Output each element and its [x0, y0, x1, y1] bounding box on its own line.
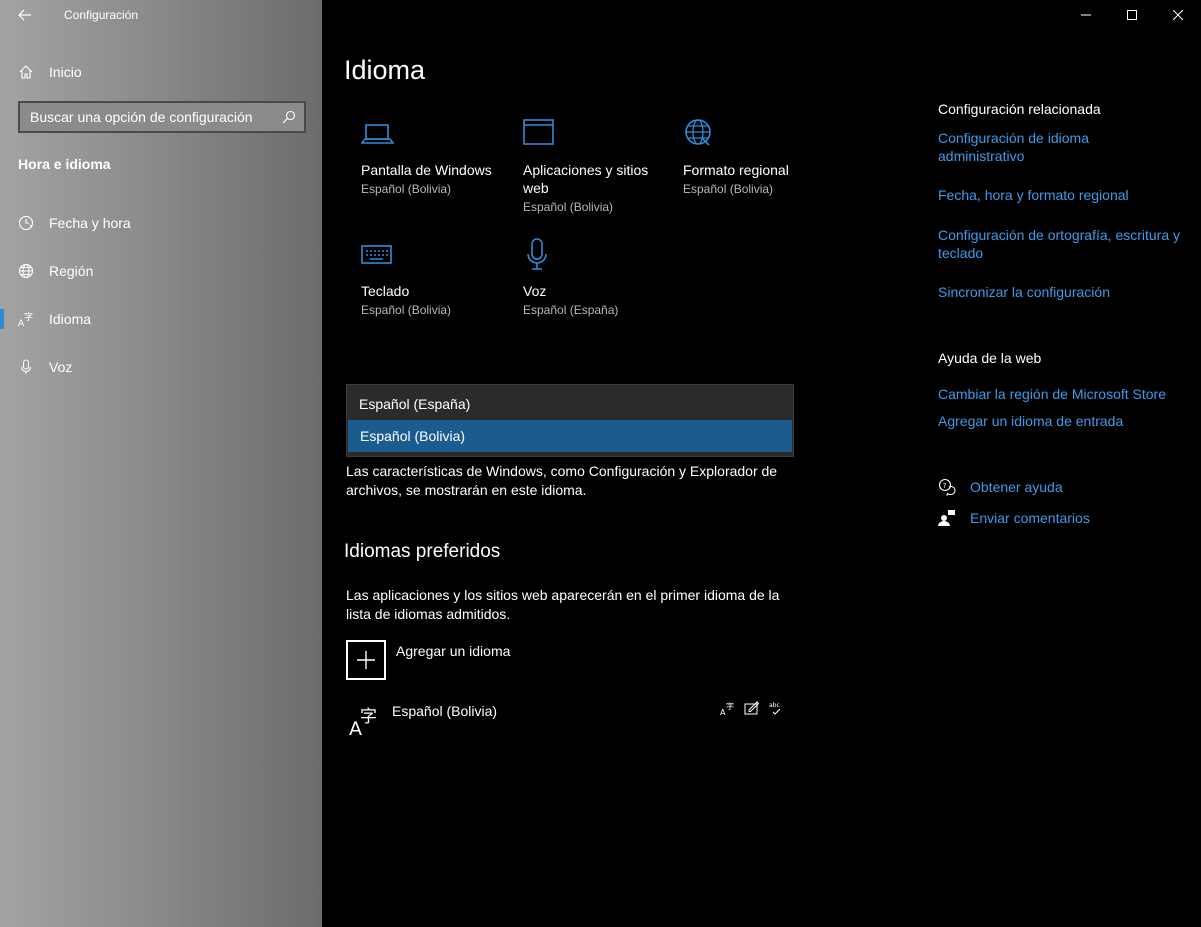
sidebar-item-label: Inicio	[49, 64, 82, 80]
page-title: Idioma	[344, 55, 426, 85]
preferred-languages-title: Idiomas preferidos	[344, 541, 501, 562]
maximize-button[interactable]	[1109, 0, 1155, 30]
app-title: Configuración	[64, 8, 139, 22]
sidebar-item-label: Voz	[49, 359, 73, 375]
tile-subtitle: Español (Bolivia)	[683, 182, 774, 196]
laptop-icon	[360, 117, 511, 153]
home-icon	[18, 64, 38, 80]
tile-title: Voz	[523, 283, 547, 299]
svg-text:字: 字	[726, 701, 734, 711]
send-feedback-label: Enviar comentarios	[970, 510, 1090, 526]
dropdown-option-selected[interactable]: Español (Bolivia)	[348, 420, 792, 452]
tile-title: Teclado	[361, 283, 410, 299]
minimize-icon	[1081, 14, 1091, 16]
add-language-label: Agregar un idioma	[396, 643, 511, 659]
tile-title: Formato regional	[683, 162, 789, 178]
svg-text:字: 字	[24, 311, 33, 323]
microphone-icon	[523, 238, 673, 274]
tile-subtitle: Español (España)	[523, 303, 619, 317]
help-chat-icon: ?	[938, 478, 958, 496]
display-language-dropdown[interactable]: Español (España) Español (Bolivia)	[346, 384, 794, 457]
send-feedback-link[interactable]: Enviar comentarios	[938, 509, 1090, 527]
close-button[interactable]	[1155, 0, 1201, 30]
sidebar-item-language[interactable]: A字 Idioma	[0, 299, 322, 339]
maximize-icon	[1127, 10, 1137, 20]
sidebar-item-home[interactable]: Inicio	[0, 55, 322, 89]
svg-text:字: 字	[360, 707, 377, 727]
sidebar-item-voice[interactable]: Voz	[0, 347, 322, 387]
svg-text:?: ?	[943, 482, 947, 490]
link-spelling-typing[interactable]: Configuración de ortografía, escritura y…	[938, 226, 1198, 262]
get-help-label: Obtener ayuda	[970, 479, 1063, 495]
link-add-input-language[interactable]: Agregar un idioma de entrada	[938, 412, 1188, 430]
svg-text:abc: abc	[769, 702, 780, 709]
minimize-button[interactable]	[1063, 0, 1109, 30]
tile-subtitle: Español (Bolivia)	[523, 200, 614, 214]
spellcheck-feature-icon: abc	[769, 702, 781, 715]
link-admin-language[interactable]: Configuración de idioma administrativo	[938, 129, 1118, 165]
feedback-person-icon	[938, 509, 958, 527]
back-button[interactable]	[0, 0, 50, 30]
tile-title: Pantalla de Windows	[361, 162, 492, 178]
sidebar-item-label: Región	[49, 263, 94, 279]
plus-icon	[346, 640, 386, 680]
tile-voice[interactable]: Voz Español (España)	[523, 238, 673, 317]
tile-subtitle: Español (Bolivia)	[361, 182, 452, 196]
sidebar-item-label: Idioma	[49, 311, 92, 327]
window-controls	[1063, 0, 1201, 30]
close-icon	[1173, 10, 1183, 20]
language-icon: A字	[18, 311, 38, 327]
handwriting-feature-icon	[744, 701, 760, 715]
sidebar-item-label: Fecha y hora	[49, 215, 131, 231]
back-arrow-icon	[18, 9, 31, 21]
search-placeholder: Buscar una opción de configuración	[30, 109, 253, 125]
sidebar: Configuración Inicio Buscar una opción d…	[0, 0, 322, 927]
language-name: Español (Bolivia)	[392, 703, 498, 719]
get-help-link[interactable]: ? Obtener ayuda	[938, 478, 1063, 496]
display-language-description: Las características de Windows, como Con…	[346, 463, 778, 498]
globe-icon	[18, 263, 38, 279]
tile-keyboard[interactable]: Teclado Español (Bolivia)	[361, 238, 511, 317]
sidebar-item-region[interactable]: Región	[0, 251, 322, 291]
clock-icon	[18, 215, 38, 231]
dropdown-option[interactable]: Español (España)	[347, 388, 793, 420]
tile-windows-display[interactable]: Pantalla de Windows Español (Bolivia)	[360, 117, 511, 196]
display-language-heading-partial	[344, 376, 504, 384]
web-help-title: Ayuda de la web	[938, 350, 1042, 366]
tile-regional-format[interactable]: Formato regional Español (Bolivia)	[683, 117, 833, 196]
link-date-time-format[interactable]: Fecha, hora y formato regional	[938, 186, 1188, 204]
link-sync-settings[interactable]: Sincronizar la configuración	[938, 283, 1188, 301]
related-settings-title: Configuración relacionada	[938, 101, 1101, 117]
microphone-icon	[18, 359, 38, 375]
display-language-feature-icon: A字	[720, 701, 734, 716]
search-icon	[282, 110, 296, 124]
link-store-region[interactable]: Cambiar la región de Microsoft Store	[938, 385, 1188, 403]
browser-window-icon	[523, 117, 663, 153]
globe-format-icon	[683, 117, 833, 153]
tile-apps-websites[interactable]: Aplicaciones y sitios web Español (Boliv…	[523, 117, 663, 214]
tile-subtitle: Español (Bolivia)	[361, 303, 452, 317]
keyboard-icon	[361, 238, 511, 274]
language-glyph-icon: A字	[348, 704, 382, 743]
search-input[interactable]: Buscar una opción de configuración	[18, 101, 306, 133]
add-language-button[interactable]: Agregar un idioma	[346, 640, 510, 680]
titlebar: Configuración	[0, 0, 322, 30]
tile-title: Aplicaciones y sitios web	[523, 162, 649, 196]
sidebar-item-date-time[interactable]: Fecha y hora	[0, 203, 322, 243]
preferred-languages-description: Las aplicaciones y los sitios web aparec…	[346, 587, 780, 622]
sidebar-section-title: Hora e idioma	[18, 156, 111, 172]
language-list-item[interactable]: A字 Español (Bolivia) A字 abc	[346, 700, 786, 740]
language-feature-icons: A字 abc	[720, 700, 784, 716]
